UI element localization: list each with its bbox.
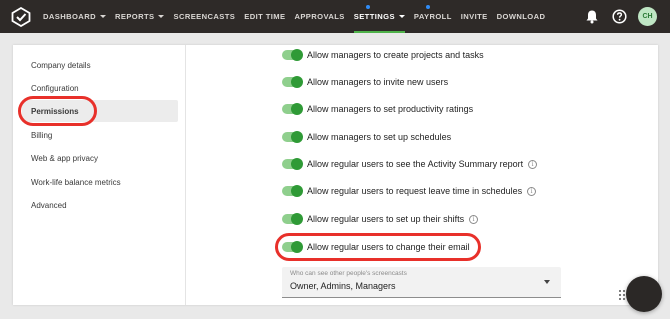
nav-item-label: SETTINGS [353, 12, 395, 21]
nav-item-reports[interactable]: REPORTS [115, 0, 165, 33]
nav-item-label: DASHBOARD [43, 12, 96, 21]
nav-item-approvals[interactable]: APPROVALS [294, 0, 344, 33]
permission-label: Allow regular users to see the Activity … [307, 159, 524, 169]
sidebar-item-label: Configuration [31, 83, 79, 93]
permission-label: Allow regular users to change their emai… [307, 242, 470, 252]
select-value: Owner, Admins, Managers [290, 281, 396, 291]
nav-item-edit-time[interactable]: EDIT TIME [244, 0, 285, 33]
permission-toggle[interactable] [282, 240, 303, 253]
screencast-visibility-select[interactable]: Who can see other people's screencasts O… [282, 267, 561, 298]
info-icon[interactable]: i [528, 159, 538, 169]
sidebar-item-label: Work-life balance metrics [31, 177, 121, 187]
nav-item-label: PAYROLL [413, 12, 452, 21]
sidebar-item-permissions[interactable]: Permissions [22, 100, 178, 122]
permission-label: Allow regular users to request leave tim… [307, 186, 523, 196]
sidebar-item-billing[interactable]: Billing [22, 124, 178, 146]
permission-toggle[interactable] [282, 130, 303, 143]
permission-label: Allow managers to set up schedules [307, 132, 452, 142]
sidebar-item-label: Advanced [31, 200, 67, 210]
permission-row: Allow managers to create projects and ta… [282, 48, 484, 62]
sidebar-item-work-life-balance-metrics[interactable]: Work-life balance metrics [22, 171, 178, 193]
permission-label: Allow managers to set productivity ratin… [307, 104, 474, 114]
nav-item-settings[interactable]: SETTINGS [353, 0, 406, 33]
nav-item-label: EDIT TIME [244, 12, 286, 21]
permission-row: Allow regular users to see the Activity … [282, 157, 538, 171]
sidebar-item-web-app-privacy[interactable]: Web & app privacy [22, 147, 178, 169]
nav-item-dashboard[interactable]: DASHBOARD [43, 0, 106, 33]
permission-row: Allow managers to set up schedules [282, 130, 451, 144]
permission-row: Allow regular users to change their emai… [282, 240, 470, 254]
nav-item-label: INVITE [460, 12, 488, 21]
nav-item-label: DOWNLOAD [496, 12, 546, 21]
chevron-down-icon [158, 15, 165, 18]
permission-toggle[interactable] [282, 184, 303, 197]
sidebar-item-label: Company details [31, 60, 91, 70]
permission-row: Allow regular users to request leave tim… [282, 184, 537, 198]
top-nav-bar: DASHBOARD REPORTS SCREENCASTS EDIT TIME APPR… [0, 0, 670, 33]
permission-label: Allow regular users to set up their shif… [307, 214, 465, 224]
chat-launcher-button[interactable] [626, 276, 662, 312]
logo-icon[interactable] [11, 7, 31, 27]
nav-item-screencasts[interactable]: SCREENCASTS [173, 0, 235, 33]
bell-icon[interactable] [585, 9, 599, 24]
nav-item-label: APPROVALS [294, 12, 345, 21]
info-icon[interactable]: i [527, 186, 537, 196]
nav-item-payroll[interactable]: PAYROLL [414, 0, 452, 33]
notification-dot [365, 5, 370, 9]
permission-label: Allow managers to invite new users [307, 77, 449, 87]
nav-item-label: SCREENCASTS [173, 12, 236, 21]
permission-toggle[interactable] [282, 157, 303, 170]
permission-toggle[interactable] [282, 48, 303, 61]
permission-row: Allow managers to invite new users [282, 75, 448, 89]
sidebar-item-label: Web & app privacy [31, 153, 98, 163]
permission-row: Allow regular users to set up their shif… [282, 212, 479, 226]
nav-item-download[interactable]: DOWNLOAD [497, 0, 546, 33]
help-icon[interactable] [612, 9, 627, 24]
main-nav: DASHBOARD REPORTS SCREENCASTS EDIT TIME APPR… [43, 0, 554, 33]
select-label: Who can see other people's screencasts [290, 270, 407, 277]
permission-row: Allow managers to set productivity ratin… [282, 102, 473, 116]
permission-toggle[interactable] [282, 212, 303, 225]
sidebar-item-label: Billing [31, 130, 53, 140]
nav-item-invite[interactable]: INVITE [461, 0, 488, 33]
permission-toggle[interactable] [282, 102, 303, 115]
sidebar-item-configuration[interactable]: Configuration [22, 77, 178, 99]
notification-dot [425, 5, 430, 9]
sidebar-item-advanced[interactable]: Advanced [22, 194, 178, 216]
chevron-down-icon [99, 15, 106, 18]
info-icon[interactable]: i [469, 214, 479, 224]
nav-item-label: REPORTS [114, 12, 155, 21]
permission-label: Allow managers to create projects and ta… [307, 50, 484, 60]
avatar[interactable]: CH [638, 7, 657, 26]
settings-sidebar: Company details Configuration Permissions B… [13, 45, 186, 305]
settings-card: Company details Configuration Permissions B… [13, 45, 658, 305]
chevron-down-icon [398, 15, 405, 18]
chevron-down-icon [544, 280, 550, 284]
sidebar-item-company-details[interactable]: Company details [22, 54, 178, 76]
permission-toggle[interactable] [282, 75, 303, 88]
sidebar-item-label: Permissions [31, 106, 79, 116]
drag-handle-icon[interactable] [618, 289, 626, 301]
